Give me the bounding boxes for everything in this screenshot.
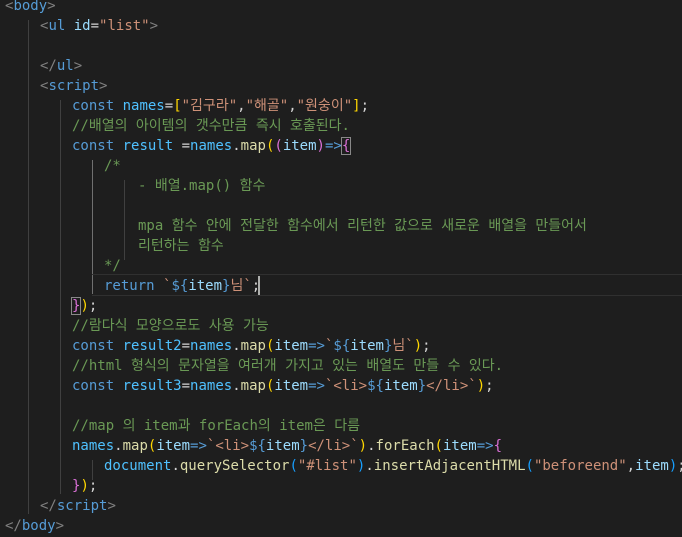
text-cursor	[258, 276, 260, 295]
array-string: "해골"	[245, 98, 289, 114]
comment: //배열의 아이템의 갯수만큼 즉시 호출된다.	[72, 118, 350, 134]
code-line[interactable]: //배열의 아이템의 갯수만큼 즉시 호출된다.	[72, 116, 682, 136]
code-line[interactable]: //map 의 item과 forEach의 item은 다름	[72, 416, 682, 436]
code-line[interactable]: const names=["김구라","해골","원숭이"];	[72, 96, 682, 116]
id-value: "list"	[99, 18, 150, 34]
forEach-function: forEach	[375, 438, 435, 454]
return-keyword: return	[104, 278, 155, 294]
ul-close-tag: ul	[56, 58, 74, 74]
array-string: "원숭이"	[296, 98, 353, 114]
script-close-tag: script	[56, 498, 108, 514]
code-line[interactable]: const result3=names.map(item=>`<li>${ite…	[72, 376, 682, 396]
result3-variable: result3	[122, 378, 182, 394]
names-variable: names	[122, 98, 165, 114]
code-line[interactable]: 리턴하는 함수	[138, 236, 682, 256]
angle-bracket: >	[99, 78, 108, 94]
item-param: item	[282, 138, 317, 154]
document-variable: document	[104, 458, 172, 474]
angle-bracket: </	[40, 58, 57, 74]
angle-bracket: >	[55, 518, 65, 534]
angle-bracket: >	[107, 498, 116, 514]
map-function: map	[240, 138, 266, 154]
angle-bracket: >	[73, 58, 83, 74]
const-keyword: const	[72, 98, 115, 114]
code-line[interactable]: const result =names.map((item)=>{	[72, 136, 682, 156]
code-line[interactable]: - 배열.map() 함수	[138, 176, 682, 196]
angle-bracket: </	[5, 518, 22, 534]
angle-bracket: </	[40, 498, 57, 514]
code-line[interactable]: const result2=names.map(item=>`${item}님`…	[72, 336, 682, 356]
code-line[interactable]: </script>	[40, 496, 682, 516]
code-editor[interactable]: <body> <ul id="list"> </ul> <script> con…	[0, 0, 682, 537]
code-line[interactable]: <script>	[40, 76, 682, 96]
indent-guide	[28, 20, 29, 514]
code-line[interactable]: </ul>	[40, 56, 682, 76]
code-line[interactable]: return `${item}님`;	[104, 276, 682, 296]
insertAdjacentHTML-function: insertAdjacentHTML	[373, 458, 526, 474]
array-string: "김구라"	[181, 98, 238, 114]
code-line[interactable]: document.querySelector("#list").insertAd…	[104, 456, 682, 476]
code-line[interactable]: </body>	[5, 516, 682, 536]
indent-guide	[60, 100, 61, 494]
code-line[interactable]: /*	[104, 156, 682, 176]
result-variable: result	[122, 138, 174, 154]
code-line[interactable]: //람다식 모양으로도 사용 가능	[72, 316, 682, 336]
code-line[interactable]: */	[104, 256, 682, 276]
id-attribute: id	[73, 18, 91, 34]
angle-bracket: >	[149, 18, 159, 34]
code-line[interactable]: names.map(item=>`<li>${item}</li>`).forE…	[72, 436, 682, 456]
script-open-tag: script	[48, 78, 100, 94]
result2-variable: result2	[122, 338, 182, 354]
code-line[interactable]: <body>	[5, 0, 682, 16]
body-close-tag: body	[21, 518, 56, 534]
angle-bracket: >	[47, 0, 56, 14]
code-line[interactable]: <ul id="list">	[40, 16, 682, 36]
querySelector-function: querySelector	[179, 458, 290, 474]
code-line[interactable]: mpa 함수 안에 전달한 함수에서 리턴한 값으로 새로운 배열을 만들어서	[138, 216, 682, 236]
body-open-tag: body	[13, 0, 48, 14]
indent-guide	[124, 180, 125, 260]
matched-brace: {	[340, 137, 352, 155]
code-line[interactable]: });	[70, 296, 682, 316]
code-line[interactable]: //html 형식의 문자열을 여러개 가지고 있는 배열도 만들 수 있다.	[72, 356, 682, 376]
ul-open-tag: ul	[48, 18, 66, 34]
code-line[interactable]: });	[72, 476, 682, 496]
